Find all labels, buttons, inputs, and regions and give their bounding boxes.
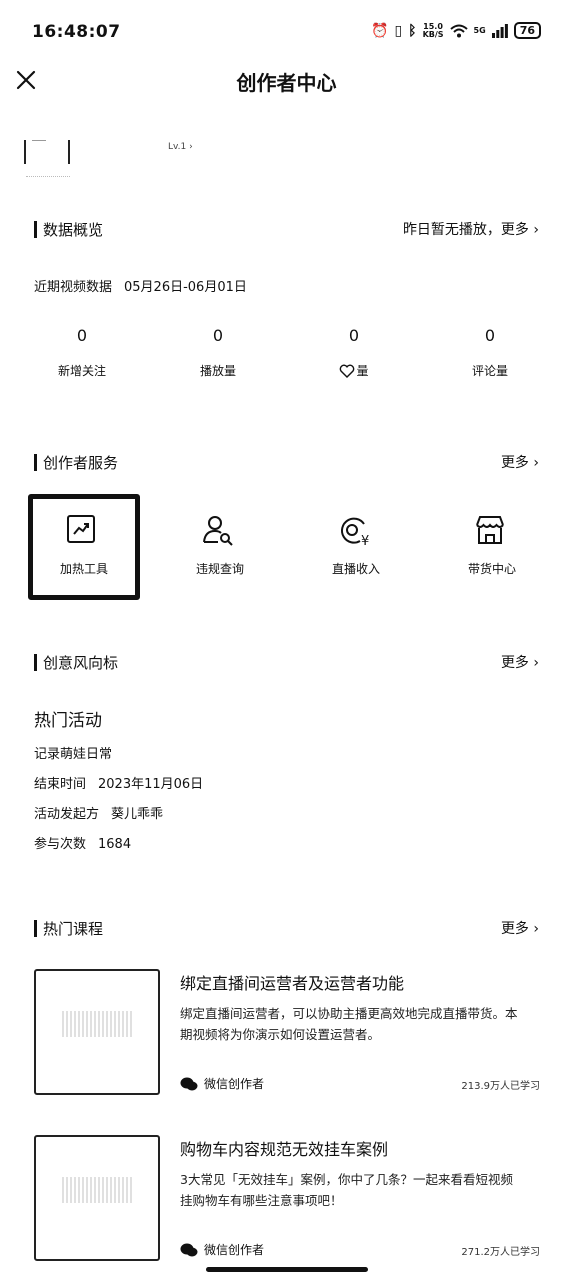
stat-new-followers[interactable]: 0 新增关注	[32, 326, 132, 379]
level-badge[interactable]: Lv.1 ›	[168, 142, 193, 152]
activity-participation: 参与次数 1684	[34, 837, 132, 852]
stats-row: 0 新增关注 0 播放量 0 量 0 评论量	[34, 326, 539, 386]
services-header: 创作者服务 更多 ›	[34, 451, 539, 473]
status-icons: ⏰ ▯ ᛒ 15.0 KB/S 5G 76	[371, 22, 541, 39]
service-sales-center[interactable]: 带货中心	[436, 494, 548, 600]
section-title: 创意风向标	[43, 654, 119, 672]
course-title: 绑定直播间运营者及运营者功能	[180, 974, 405, 993]
stat-plays[interactable]: 0 播放量	[168, 326, 268, 379]
services-more-link[interactable]: 更多 ›	[501, 452, 539, 472]
status-bar: 16:48:07 ⏰ ▯ ᛒ 15.0 KB/S 5G 76	[0, 0, 573, 66]
service-live-income[interactable]: ¥ 直播收入	[300, 494, 412, 600]
heart-icon	[340, 364, 355, 378]
data-overview-header: 数据概览 昨日暂无播放，更多 ›	[34, 218, 539, 240]
courses-more-link[interactable]: 更多 ›	[501, 918, 539, 938]
activity-organizer: 活动发起方 葵儿乖乖	[34, 807, 164, 822]
course-description: 绑定直播间运营者，可以协助主播更高效地完成直播带货。本期视频将为你演示如何设置运…	[180, 1006, 518, 1042]
section-title: 热门课程	[43, 920, 104, 938]
service-boost-tool[interactable]: 加热工具	[28, 494, 140, 600]
course-author: 微信创作者	[180, 1241, 264, 1258]
network-type: 5G	[473, 25, 486, 35]
svg-text:¥: ¥	[361, 534, 369, 546]
net-speed: 15.0 KB/S	[422, 21, 444, 39]
battery-indicator: 76	[513, 22, 541, 39]
alarm-icon: ⏰	[371, 22, 389, 39]
stat-likes[interactable]: 0 量	[304, 326, 404, 379]
trends-more-link[interactable]: 更多 ›	[501, 652, 539, 672]
course-learners: 213.9万人已学习	[461, 1081, 540, 1092]
course-thumbnail[interactable]	[34, 1135, 160, 1261]
date-range: 05月26日-06月01日	[124, 280, 247, 295]
section-marker	[34, 654, 37, 671]
user-search-icon	[203, 516, 233, 546]
store-icon	[476, 516, 504, 544]
course-card[interactable]: 购物车内容规范无效挂车案例 3大常见「无效挂车」案例，你中了几条？一起来看看短视…	[34, 1135, 544, 1265]
course-description: 3大常见「无效挂车」案例，你中了几条？一起来看看短视频挂购物车有哪些注意事项吧！	[180, 1172, 513, 1208]
section-marker	[34, 221, 37, 238]
hot-activity-heading: 热门活动	[34, 711, 102, 731]
trends-header: 创意风向标 更多 ›	[34, 651, 539, 673]
section-marker	[34, 920, 37, 937]
wechat-creator-icon	[180, 1243, 198, 1256]
status-time: 16:48:07	[32, 22, 121, 42]
home-indicator[interactable]	[206, 1267, 368, 1272]
stat-comments[interactable]: 0 评论量	[440, 326, 540, 379]
data-overview-more-link[interactable]: 昨日暂无播放，更多 ›	[403, 219, 539, 239]
recent-video-data: 近期视频数据 05月26日-06月01日	[34, 276, 247, 295]
course-learners: 271.2万人已学习	[461, 1247, 540, 1258]
course-thumbnail[interactable]	[34, 969, 160, 1095]
profile-name	[26, 176, 70, 182]
course-author: 微信创作者	[180, 1075, 264, 1092]
services-grid: 加热工具 违规查询 ¥ 直播收入 带货中心	[28, 494, 548, 600]
bluetooth-icon: ᛒ	[408, 22, 417, 39]
trend-chart-icon	[67, 515, 95, 543]
section-title: 创作者服务	[43, 454, 119, 472]
recent-label: 近期视频数据	[34, 280, 113, 295]
wechat-creator-icon	[180, 1077, 198, 1090]
top-bar: 创作者中心	[0, 66, 573, 96]
course-title: 购物车内容规范无效挂车案例	[180, 1140, 389, 1159]
page-title: 创作者中心	[236, 71, 337, 95]
section-title: 数据概览	[43, 221, 104, 239]
section-marker	[34, 454, 37, 471]
avatar[interactable]	[24, 140, 70, 164]
signal-icon	[491, 23, 508, 38]
course-card[interactable]: 绑定直播间运营者及运营者功能 绑定直播间运营者，可以协助主播更高效地完成直播带货…	[34, 969, 544, 1099]
vibrate-icon: ▯	[394, 22, 403, 39]
live-income-icon: ¥	[340, 517, 369, 546]
service-violation-check[interactable]: 违规查询	[164, 494, 276, 600]
activity-name[interactable]: 记录萌娃日常	[34, 743, 112, 762]
courses-header: 热门课程 更多 ›	[34, 917, 539, 939]
wifi-icon	[449, 24, 468, 37]
activity-end-time: 结束时间 2023年11月06日	[34, 777, 204, 792]
profile-header[interactable]: Lv.1 ›	[24, 140, 544, 190]
